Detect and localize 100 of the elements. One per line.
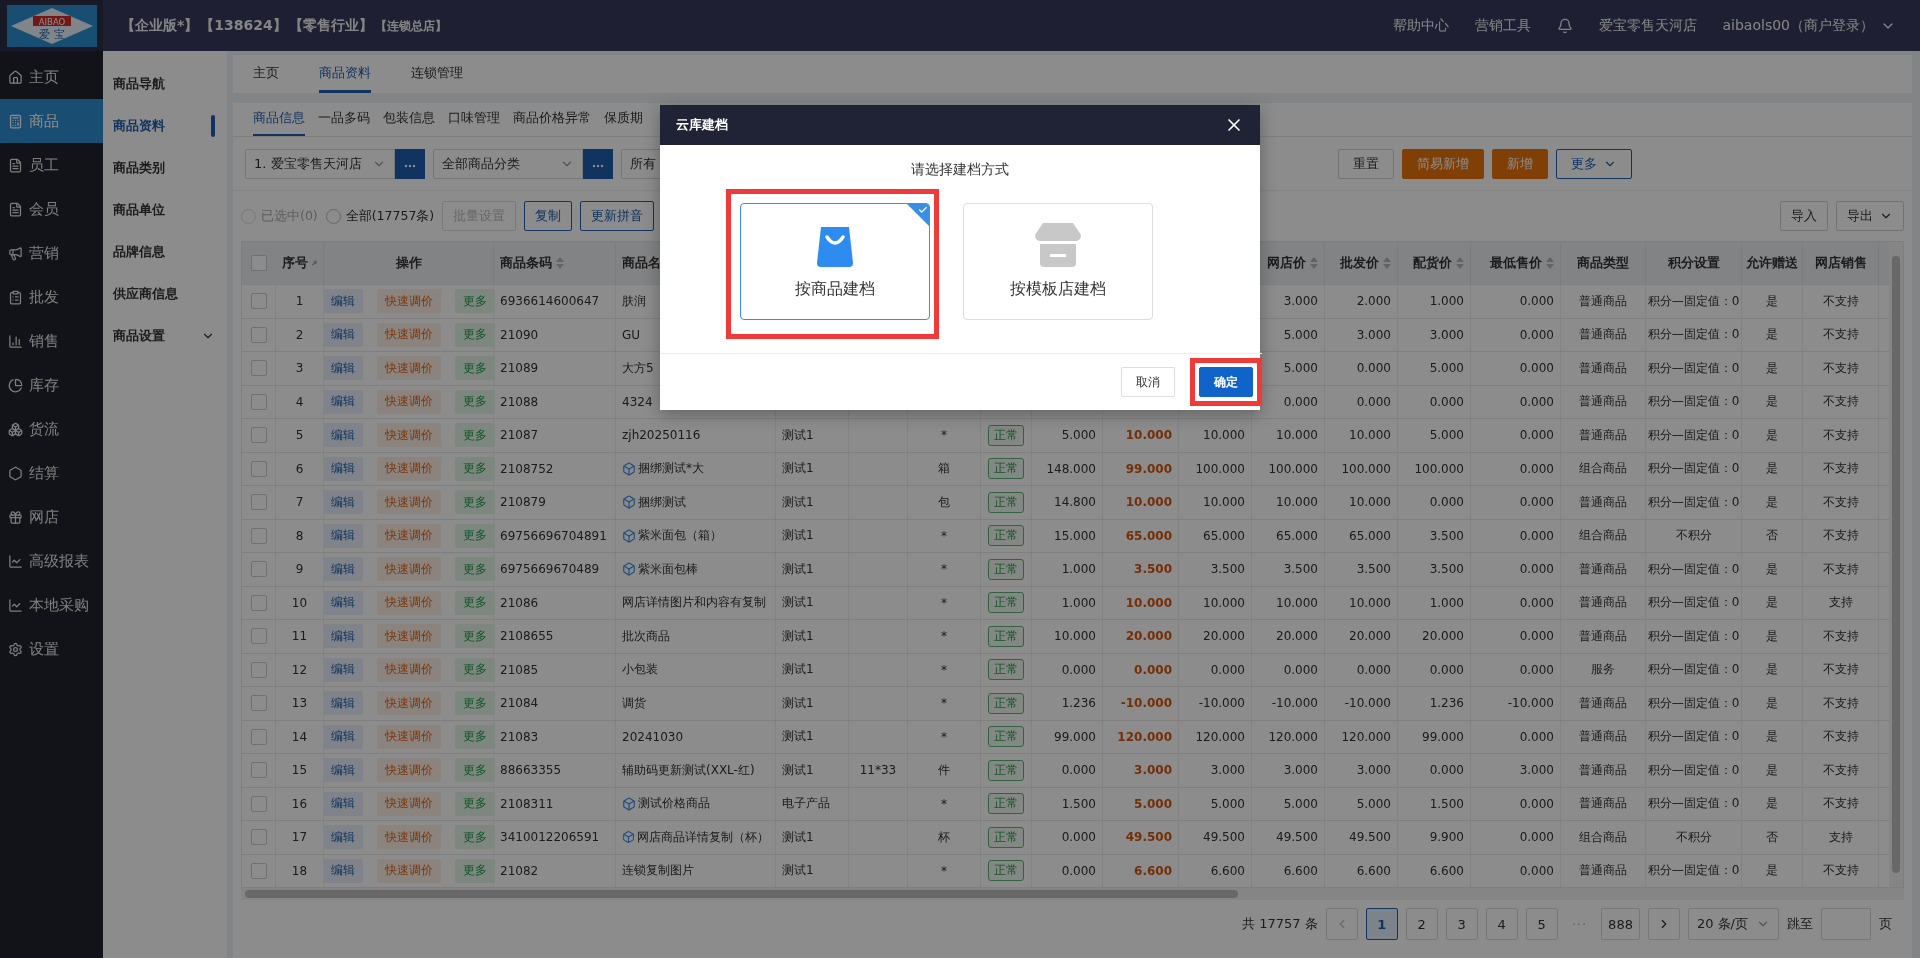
row-action-button[interactable]: 快速调价: [376, 657, 441, 682]
select-field[interactable]: 全部商品分类: [433, 148, 583, 179]
row-action-button[interactable]: 编辑: [322, 322, 363, 347]
nav-item[interactable]: 网店: [0, 495, 103, 539]
page-button[interactable]: 3: [1445, 908, 1478, 940]
row-action-button[interactable]: 编辑: [322, 691, 363, 716]
row-action-button[interactable]: 快速调价: [376, 557, 441, 582]
row-action-button[interactable]: 更多: [454, 322, 495, 347]
row-action-button[interactable]: 快速调价: [376, 490, 441, 515]
submenu-item[interactable]: 品牌信息: [103, 231, 227, 273]
row-action-button[interactable]: 更多: [454, 724, 495, 749]
row-action-button[interactable]: 编辑: [322, 356, 363, 381]
next-page-button[interactable]: [1647, 908, 1680, 940]
filter-button[interactable]: 新增: [1492, 148, 1548, 179]
nav-item[interactable]: 商品: [0, 99, 103, 143]
action-button[interactable]: 更新拼音: [580, 201, 655, 231]
header-link[interactable]: 营销工具: [1474, 16, 1531, 35]
row-action-button[interactable]: 更多: [454, 825, 495, 850]
column-header[interactable]: 批发价: [1325, 242, 1398, 284]
page-size-select[interactable]: 20 条/页: [1687, 908, 1779, 940]
checkbox[interactable]: [250, 293, 267, 310]
checkbox[interactable]: [250, 393, 267, 410]
nav-item[interactable]: 营销: [0, 231, 103, 275]
filter-button[interactable]: 简易新增: [1402, 148, 1484, 179]
row-action-button[interactable]: 快速调价: [376, 724, 441, 749]
checkbox[interactable]: [250, 695, 267, 712]
row-action-button[interactable]: 快速调价: [376, 322, 441, 347]
submenu-item[interactable]: 商品类别: [103, 147, 227, 189]
page-button[interactable]: 5: [1525, 908, 1558, 940]
row-action-button[interactable]: 更多: [454, 423, 495, 448]
row-action-button[interactable]: 快速调价: [376, 624, 441, 649]
radio-option[interactable]: 全部(17757条): [325, 207, 435, 225]
row-action-button[interactable]: 快速调价: [376, 389, 441, 414]
sort-icon[interactable]: [556, 256, 564, 270]
sub-tab[interactable]: 口味管理: [448, 102, 500, 136]
vertical-scrollbar[interactable]: [1889, 242, 1903, 887]
filter-button[interactable]: 重置: [1338, 148, 1394, 179]
submenu-item[interactable]: 商品单位: [103, 189, 227, 231]
wrench-icon[interactable]: [312, 257, 317, 269]
checkbox[interactable]: [250, 494, 267, 511]
checkbox[interactable]: [250, 762, 267, 779]
sort-icon[interactable]: [1546, 256, 1554, 270]
row-action-button[interactable]: 快速调价: [376, 858, 441, 883]
option-card[interactable]: 按模板店建档: [963, 203, 1153, 320]
checkbox[interactable]: [250, 527, 267, 544]
column-header[interactable]: 商品条码: [494, 242, 616, 284]
page-button[interactable]: 888: [1601, 908, 1640, 940]
row-action-button[interactable]: 编辑: [322, 858, 363, 883]
checkbox[interactable]: [250, 628, 267, 645]
sort-icon[interactable]: [1456, 256, 1464, 270]
page-button[interactable]: 2: [1405, 908, 1438, 940]
row-action-button[interactable]: 更多: [454, 356, 495, 381]
submenu-item[interactable]: 供应商信息: [103, 273, 227, 315]
row-action-button[interactable]: 更多: [454, 289, 495, 314]
row-action-button[interactable]: 快速调价: [376, 758, 441, 783]
row-action-button[interactable]: 快速调价: [376, 289, 441, 314]
nav-item[interactable]: 高级报表: [0, 539, 103, 583]
sub-tab[interactable]: 包装信息: [383, 102, 435, 136]
sub-tab[interactable]: 商品信息: [253, 102, 305, 136]
page-button[interactable]: 1: [1365, 908, 1398, 940]
nav-item[interactable]: 本地采购: [0, 583, 103, 627]
checkbox[interactable]: [250, 255, 267, 271]
sub-tab[interactable]: 一品多码: [318, 102, 370, 136]
sort-icon[interactable]: [1383, 256, 1391, 270]
nav-item[interactable]: 结算: [0, 451, 103, 495]
prev-page-button[interactable]: [1325, 908, 1358, 940]
row-action-button[interactable]: 编辑: [322, 423, 363, 448]
nav-item[interactable]: 会员: [0, 187, 103, 231]
column-header[interactable]: 配货价: [1398, 242, 1471, 284]
row-action-button[interactable]: 快速调价: [376, 423, 441, 448]
sort-icon[interactable]: [1310, 256, 1318, 270]
row-action-button[interactable]: 快速调价: [376, 791, 441, 816]
row-action-button[interactable]: 编辑: [322, 791, 363, 816]
store-name[interactable]: 爱宝零售天河店: [1598, 16, 1697, 35]
header-link[interactable]: 帮助中心: [1392, 16, 1449, 35]
row-action-button[interactable]: 更多: [454, 389, 495, 414]
checkbox[interactable]: [250, 728, 267, 745]
row-action-button[interactable]: 编辑: [322, 490, 363, 515]
row-action-button[interactable]: 快速调价: [376, 456, 441, 481]
row-action-button[interactable]: 编辑: [322, 758, 363, 783]
page-tab[interactable]: 商品资料: [319, 55, 371, 93]
radio-button[interactable]: [325, 208, 341, 224]
io-button[interactable]: 导出: [1836, 201, 1904, 231]
nav-item[interactable]: 销售: [0, 319, 103, 363]
row-action-button[interactable]: 更多: [454, 557, 495, 582]
row-action-button[interactable]: 编辑: [322, 389, 363, 414]
row-action-button[interactable]: 更多: [454, 456, 495, 481]
submenu-item[interactable]: 商品导航: [103, 63, 227, 105]
checkbox[interactable]: [250, 829, 267, 846]
checkbox[interactable]: [250, 795, 267, 812]
row-action-button[interactable]: 更多: [454, 791, 495, 816]
row-action-button[interactable]: 编辑: [322, 289, 363, 314]
filter-button[interactable]: 更多: [1556, 148, 1632, 179]
column-header[interactable]: 最低售价: [1471, 242, 1561, 284]
picker-button[interactable]: [395, 148, 425, 179]
row-action-button[interactable]: 更多: [454, 858, 495, 883]
horizontal-scrollbar[interactable]: [241, 888, 1904, 900]
row-action-button[interactable]: 快速调价: [376, 691, 441, 716]
io-button[interactable]: 导入: [1780, 201, 1828, 231]
row-action-button[interactable]: 更多: [454, 490, 495, 515]
